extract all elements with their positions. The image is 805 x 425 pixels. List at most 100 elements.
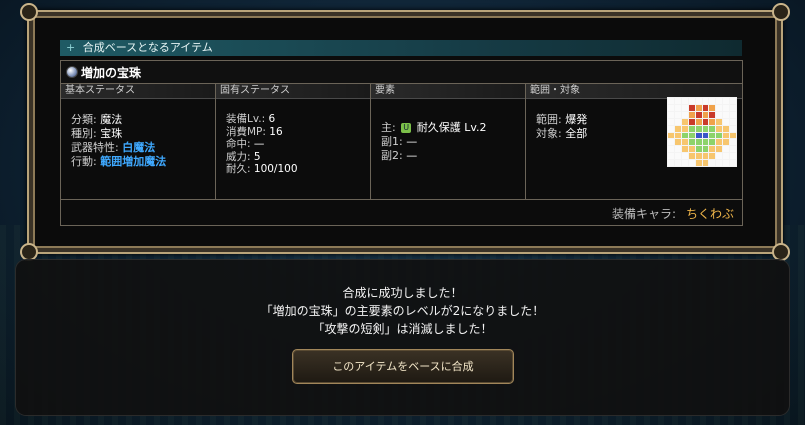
- range-cell: [674, 118, 681, 125]
- item-name: 増加の宝珠: [81, 65, 142, 80]
- unique-value: 6: [268, 113, 276, 125]
- frame-corner-ornament: [20, 243, 38, 261]
- range-cell: [681, 125, 688, 132]
- range-cell: [709, 118, 716, 125]
- range-cell: [716, 153, 723, 160]
- element-key: 副2:: [381, 149, 403, 162]
- range-cell: [702, 153, 709, 160]
- basic-value: 宝珠: [100, 127, 123, 140]
- range-cell: [730, 104, 736, 111]
- range-cell: [716, 146, 723, 153]
- range-cell: [681, 118, 688, 125]
- synthesis-result-dialog: 合成に成功しました！ 「増加の宝珠」の主要素のレベルが2になりました！ 「攻撃の…: [16, 260, 789, 415]
- status-columns: 基本ステータス 分類: 魔法 種別: 宝珠 武器特性: 白魔法 行動: 範囲増加…: [61, 84, 742, 200]
- range-cell: [681, 146, 688, 153]
- range-cell: [668, 111, 674, 118]
- range-cell: [668, 125, 674, 132]
- range-cell: [681, 98, 688, 104]
- range-cell: [668, 153, 674, 160]
- range-cell: [723, 104, 730, 111]
- range-cell: [730, 146, 736, 153]
- element-value: 耐久保護 Lv.2: [416, 121, 487, 134]
- range-cell: [688, 118, 695, 125]
- element-sub2-row: 副2: —: [371, 149, 525, 163]
- range-cell: [702, 125, 709, 132]
- range-cell: [723, 125, 730, 132]
- range-cell: [681, 104, 688, 111]
- range-value: 爆発: [565, 113, 588, 126]
- range-cell: [702, 98, 709, 104]
- range-cell: [709, 160, 716, 166]
- plus-icon: +: [66, 41, 76, 54]
- unique-value: 100/100: [253, 163, 298, 175]
- range-cell: [695, 125, 702, 132]
- basic-key: 武器特性:: [71, 141, 119, 154]
- result-message-level: 「増加の宝珠」の主要素のレベルが2になりました！: [260, 304, 545, 318]
- range-cell: [688, 132, 695, 139]
- basic-value: 魔法: [100, 113, 123, 126]
- range-cell: [716, 118, 723, 125]
- range-cell: [668, 146, 674, 153]
- range-cell: [695, 153, 702, 160]
- range-cell: [709, 125, 716, 132]
- range-cell: [674, 153, 681, 160]
- element-type-icon: U: [401, 123, 412, 133]
- range-cell: [681, 139, 688, 146]
- basic-status-header: 基本ステータス: [61, 84, 215, 99]
- range-cell: [730, 111, 736, 118]
- element-sub1-row: 副1: —: [371, 135, 525, 149]
- range-cell: [709, 104, 716, 111]
- range-cell: [709, 132, 716, 139]
- range-cell: [723, 111, 730, 118]
- range-cell: [681, 160, 688, 166]
- range-cell: [716, 125, 723, 132]
- equip-character-name: ちくわぶ: [685, 207, 734, 221]
- result-message-success: 合成に成功しました！: [342, 286, 463, 300]
- synthesize-with-this-base-button[interactable]: このアイテムをベースに合成: [292, 349, 514, 384]
- range-cell: [702, 104, 709, 111]
- range-cell: [674, 139, 681, 146]
- range-cell: [702, 160, 709, 166]
- range-cell: [688, 146, 695, 153]
- section-header: + 合成ベースとなるアイテム: [60, 40, 742, 56]
- range-cell: [674, 160, 681, 166]
- unique-row-power: 威力: 5: [216, 151, 370, 164]
- range-cell: [668, 104, 674, 111]
- range-cell: [668, 160, 674, 166]
- range-cell: [730, 118, 736, 125]
- frame-corner-ornament: [20, 3, 38, 21]
- basic-key: 分類:: [71, 113, 97, 126]
- element-column: 要素 主: U 耐久保護 Lv.2 副1: — 副2: —: [371, 84, 526, 199]
- range-cell: [688, 160, 695, 166]
- range-key: 範囲:: [536, 113, 562, 126]
- range-cell: [695, 132, 702, 139]
- range-cell: [695, 160, 702, 166]
- range-cell: [730, 132, 736, 139]
- unique-key: 威力:: [226, 150, 251, 163]
- element-header: 要素: [371, 84, 525, 99]
- range-cell: [716, 104, 723, 111]
- unique-key: 命中:: [226, 138, 251, 150]
- unique-row-hit: 命中: —: [216, 138, 370, 151]
- range-cell: [674, 146, 681, 153]
- range-cell: [709, 111, 716, 118]
- range-cell: [702, 146, 709, 153]
- range-cell: [688, 104, 695, 111]
- unique-value: 16: [269, 125, 283, 138]
- element-value: —: [406, 149, 418, 162]
- unique-value: 5: [253, 150, 261, 163]
- range-cell: [716, 98, 723, 104]
- range-cell: [730, 160, 736, 166]
- range-cell: [681, 132, 688, 139]
- range-cell: [716, 111, 723, 118]
- basic-row-category: 分類: 魔法: [61, 113, 215, 127]
- element-key: 主:: [381, 121, 396, 134]
- unique-key: 耐久:: [226, 163, 251, 175]
- range-cell: [674, 111, 681, 118]
- range-cell: [695, 104, 702, 111]
- frame-corner-ornament: [772, 243, 790, 261]
- result-message-consumed: 「攻撃の短剣」は消滅しました！: [312, 322, 493, 336]
- basic-value: 範囲増加魔法: [100, 155, 167, 168]
- range-cell: [709, 98, 716, 104]
- range-cell: [688, 153, 695, 160]
